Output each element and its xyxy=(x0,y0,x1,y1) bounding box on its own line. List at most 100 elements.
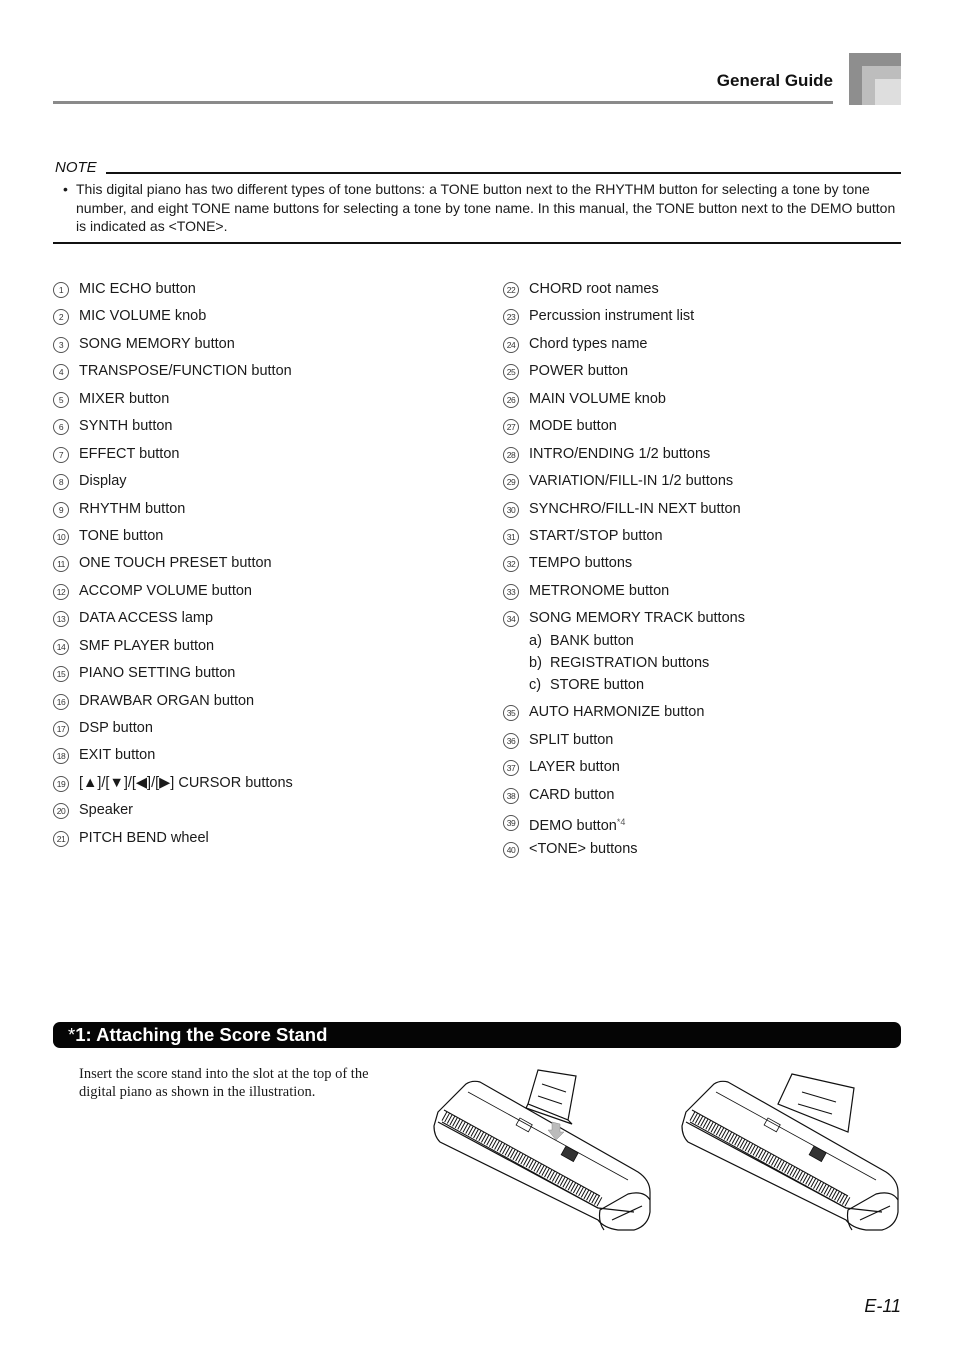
circled-number-icon: 30 xyxy=(503,501,519,518)
page-number: E-11 xyxy=(864,1296,901,1316)
part-label: TEMPO buttons xyxy=(529,553,632,573)
circled-number-icon: 8 xyxy=(53,474,69,491)
circled-number-icon: 26 xyxy=(503,391,519,408)
part-item: 19 [▲]/[▼]/[◀]/[▶] CURSOR buttons xyxy=(53,773,473,800)
part-item: 6 SYNTH button xyxy=(53,416,473,443)
circled-number-icon: 24 xyxy=(503,336,519,353)
part-label-text: DATA ACCESS lamp xyxy=(79,610,214,627)
circled-number-icon: 29 xyxy=(503,474,519,491)
part-item: 10 TONE button xyxy=(53,526,473,553)
note-top-rule xyxy=(106,172,901,174)
part-label: SONG MEMORY button xyxy=(79,334,235,354)
part-label: Chord types name xyxy=(529,334,647,354)
part-label: CHORD root names xyxy=(529,279,659,299)
part-label-text: [▲]/[▼]/[◀]/[▶] CURSOR buttons xyxy=(79,774,293,791)
part-label-text: SONG MEMORY button xyxy=(79,335,235,352)
part-label: [▲]/[▼]/[◀]/[▶] CURSOR buttons xyxy=(79,773,293,793)
part-label-text: EXIT button xyxy=(79,747,156,764)
part-item: 15 PIANO SETTING button xyxy=(53,663,473,690)
section-title: *1: Attaching the Score Stand xyxy=(68,1024,327,1046)
part-label: MIXER button xyxy=(79,389,169,409)
part-item: 21 PITCH BEND wheel xyxy=(53,828,473,855)
part-item: 8 Display xyxy=(53,471,473,498)
circled-number-icon: 1 xyxy=(53,282,69,298)
circled-number-icon: 15 xyxy=(53,666,69,683)
part-item: 28 INTRO/ENDING 1/2 buttons xyxy=(503,444,923,471)
part-label-text: TEMPO buttons xyxy=(529,555,633,572)
circled-number-icon: 10 xyxy=(53,528,69,545)
part-item: 7 EFFECT button xyxy=(53,444,473,471)
part-label-text: TRANSPOSE/FUNCTION button xyxy=(79,363,292,380)
footnote-marker: *4 xyxy=(616,817,626,827)
part-item: 31 START/STOP button xyxy=(503,526,923,553)
part-item: 1 MIC ECHO button xyxy=(53,279,473,306)
part-item: 16 DRAWBAR ORGAN button xyxy=(53,691,473,718)
part-item: 2 MIC VOLUME knob xyxy=(53,306,473,333)
piano-illustration-attached xyxy=(681,1073,899,1231)
part-label: METRONOME button xyxy=(529,581,669,601)
part-item: 29 VARIATION/FILL-IN 1/2 buttons xyxy=(503,471,923,498)
part-label-text: CHORD root names xyxy=(529,281,659,297)
part-label: SPLIT button xyxy=(529,730,613,750)
part-item: 3 SONG MEMORY button xyxy=(53,334,473,361)
part-item: 30 SYNCHRO/FILL-IN NEXT button xyxy=(503,499,923,526)
part-label-text: INTRO/ENDING 1/2 buttons xyxy=(529,445,711,462)
part-label-text: TONE button xyxy=(79,527,164,544)
circled-number-icon: 39 xyxy=(503,815,519,831)
part-item: 27 MODE button xyxy=(503,416,923,443)
part-label: DEMO button*4 xyxy=(529,812,625,836)
part-label-text: MIC ECHO button xyxy=(79,281,196,297)
circled-number-icon: 20 xyxy=(53,803,69,820)
circled-number-icon: 35 xyxy=(503,705,519,722)
part-item: 26 MAIN VOLUME knob xyxy=(503,389,923,416)
part-item: 9 RHYTHM button xyxy=(53,499,473,526)
sub-item-label: REGISTRATION buttons xyxy=(550,655,710,672)
part-label-text: Display xyxy=(79,473,127,490)
circled-number-icon: 3 xyxy=(53,336,69,353)
part-label: LAYER button xyxy=(529,757,620,777)
circled-number-icon: 13 xyxy=(53,611,69,628)
part-label: MAIN VOLUME knob xyxy=(529,389,666,409)
sub-item-label: BANK button xyxy=(550,633,634,650)
bullet-icon: • xyxy=(63,181,68,197)
part-label: TONE button xyxy=(79,526,163,546)
part-label-text: ACCOMP VOLUME button xyxy=(79,582,252,599)
part-label: MIC VOLUME knob xyxy=(79,306,206,326)
circled-number-icon: 37 xyxy=(503,760,519,777)
corner-tab-graphic xyxy=(849,53,901,105)
part-label-text: DEMO button xyxy=(529,818,617,834)
part-label-text: MAIN VOLUME knob xyxy=(529,390,666,407)
part-label-text: DSP button xyxy=(79,720,153,736)
part-label-text: PITCH BEND wheel xyxy=(79,829,209,846)
sub-item: a) BANK button xyxy=(503,631,923,653)
part-label-text: RHYTHM button xyxy=(79,500,186,517)
sub-item-letter: b) xyxy=(529,655,542,672)
part-label: PIANO SETTING button xyxy=(79,663,235,683)
part-item: 25 POWER button xyxy=(503,361,923,388)
part-item: 20 Speaker xyxy=(53,800,473,827)
circled-number-icon: 7 xyxy=(53,446,69,463)
part-label-text: START/STOP button xyxy=(529,527,663,544)
part-label: TRANSPOSE/FUNCTION button xyxy=(79,361,292,381)
part-item: 34 SONG MEMORY TRACK buttons xyxy=(503,608,923,631)
part-item: 18 EXIT button xyxy=(53,745,473,772)
part-label: Percussion instrument list xyxy=(529,306,694,326)
part-label-text: SONG MEMORY TRACK buttons xyxy=(529,610,745,627)
part-label: MIC ECHO button xyxy=(79,279,196,299)
circled-number-icon: 34 xyxy=(503,611,519,628)
circled-number-icon: 22 xyxy=(503,282,519,298)
note-body: • This digital piano has two different t… xyxy=(63,180,901,236)
part-item: 32 TEMPO buttons xyxy=(503,553,923,580)
part-label: ACCOMP VOLUME button xyxy=(79,581,252,601)
part-item: 40 <TONE> buttons xyxy=(503,839,923,866)
section-header-bar: *1: Attaching the Score Stand xyxy=(53,1022,901,1048)
part-label-text: DRAWBAR ORGAN button xyxy=(79,692,255,709)
circled-number-icon: 6 xyxy=(53,419,69,436)
part-label-text: CARD button xyxy=(529,786,615,803)
part-item: 14 SMF PLAYER button xyxy=(53,636,473,663)
part-label: EXIT button xyxy=(79,745,155,765)
part-label: PITCH BEND wheel xyxy=(79,828,209,848)
section-heading: General Guide xyxy=(716,71,833,90)
part-item: 36 SPLIT button xyxy=(503,730,923,757)
part-item: 23 Percussion instrument list xyxy=(503,306,923,333)
